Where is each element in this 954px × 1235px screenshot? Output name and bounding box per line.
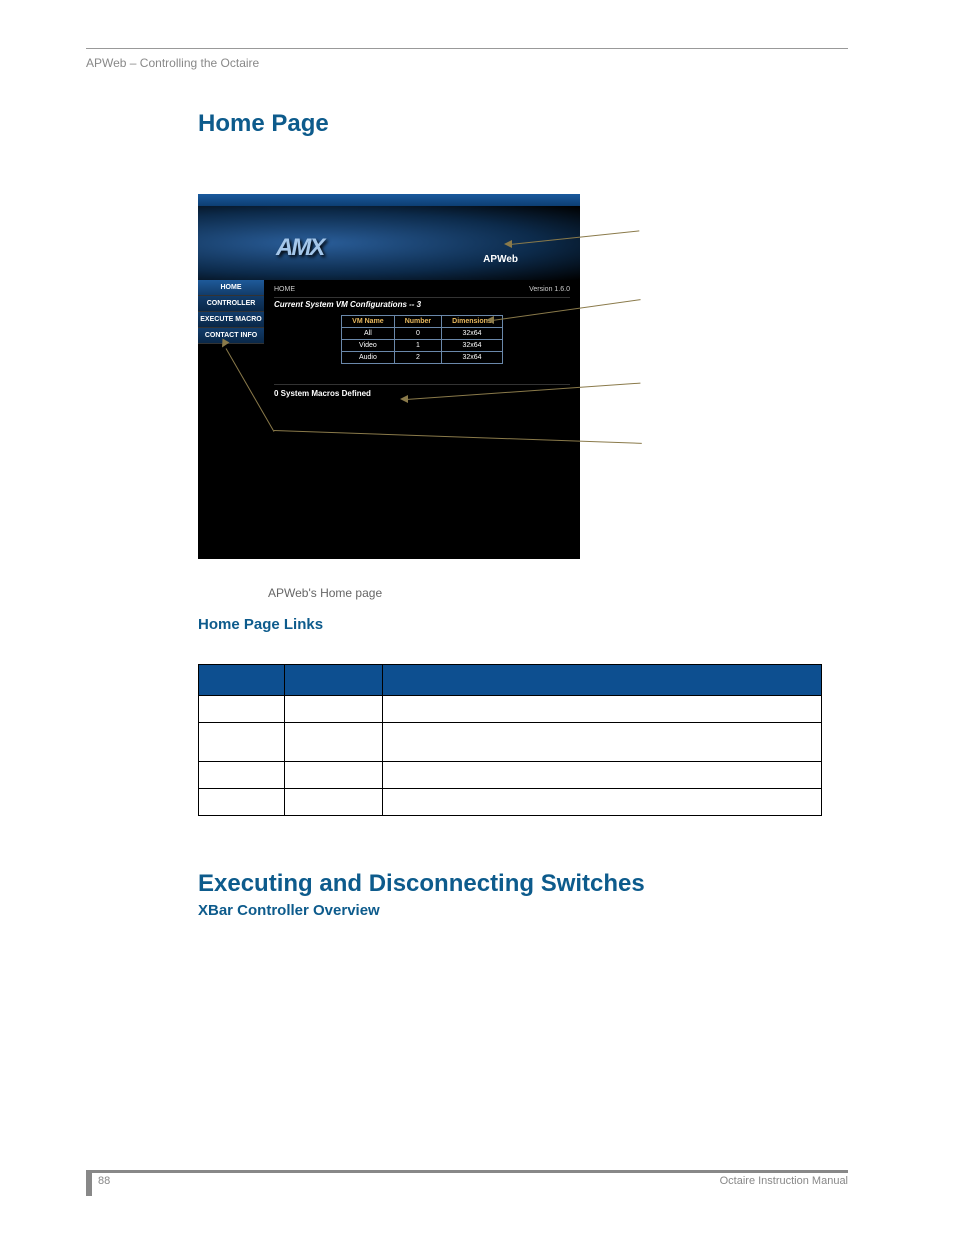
heading-home-page-links: Home Page Links (198, 616, 323, 633)
table-row: Audio 2 32x64 (342, 352, 503, 364)
cell: Video (342, 340, 395, 352)
ss-vm-table: VM Name Number Dimensions All 0 32x64 Vi… (341, 315, 503, 364)
table-row (199, 723, 822, 762)
figure-caption: APWeb's Home page (268, 586, 382, 600)
cell: 32x64 (442, 340, 503, 352)
th-vmname: VM Name (342, 316, 395, 328)
cell: 0 (394, 328, 441, 340)
cell: 32x64 (442, 328, 503, 340)
nav-contact-info[interactable]: CONTACT INFO (198, 328, 264, 344)
manual-title: Octaire Instruction Manual (720, 1175, 848, 1187)
heading-xbar-overview: XBar Controller Overview (198, 902, 380, 919)
page-number: 88 (98, 1175, 110, 1187)
screenshot-sidebar: HOME CONTROLLER EXECUTE MACRO CONTACT IN… (198, 280, 264, 559)
ss-vm-title: Current System VM Configurations -- 3 (274, 297, 570, 315)
header-breadcrumb: APWeb – Controlling the Octaire (86, 56, 259, 70)
th (383, 665, 822, 696)
th (199, 665, 285, 696)
amx-logo: AMX (276, 234, 323, 262)
table-row (199, 789, 822, 816)
footer-rule (86, 1170, 848, 1173)
ss-crumb: HOME (274, 286, 295, 293)
annotation-arrowhead (504, 240, 512, 248)
table-row (199, 762, 822, 789)
table-row (199, 696, 822, 723)
table-row: All 0 32x64 (342, 328, 503, 340)
th-number: Number (394, 316, 441, 328)
heading-executing-switches: Executing and Disconnecting Switches (198, 870, 645, 898)
apweb-home-screenshot: AMX APWeb HOME CONTROLLER EXECUTE MACRO … (198, 194, 580, 559)
table-row: Video 1 32x64 (342, 340, 503, 352)
cell: All (342, 328, 395, 340)
nav-execute-macro[interactable]: EXECUTE MACRO (198, 312, 264, 328)
home-page-links-table (198, 664, 822, 816)
heading-home-page: Home Page (198, 110, 329, 138)
header-rule (86, 48, 848, 49)
apweb-label: APWeb (483, 254, 518, 265)
cell: Audio (342, 352, 395, 364)
nav-home[interactable]: HOME (198, 280, 264, 296)
ss-version: Version 1.6.0 (529, 286, 570, 293)
annotation-arrowhead (400, 395, 408, 403)
cell: 32x64 (442, 352, 503, 364)
cell: 2 (394, 352, 441, 364)
annotation-arrowhead (486, 316, 494, 324)
cell: 1 (394, 340, 441, 352)
th (285, 665, 383, 696)
nav-controller[interactable]: CONTROLLER (198, 296, 264, 312)
